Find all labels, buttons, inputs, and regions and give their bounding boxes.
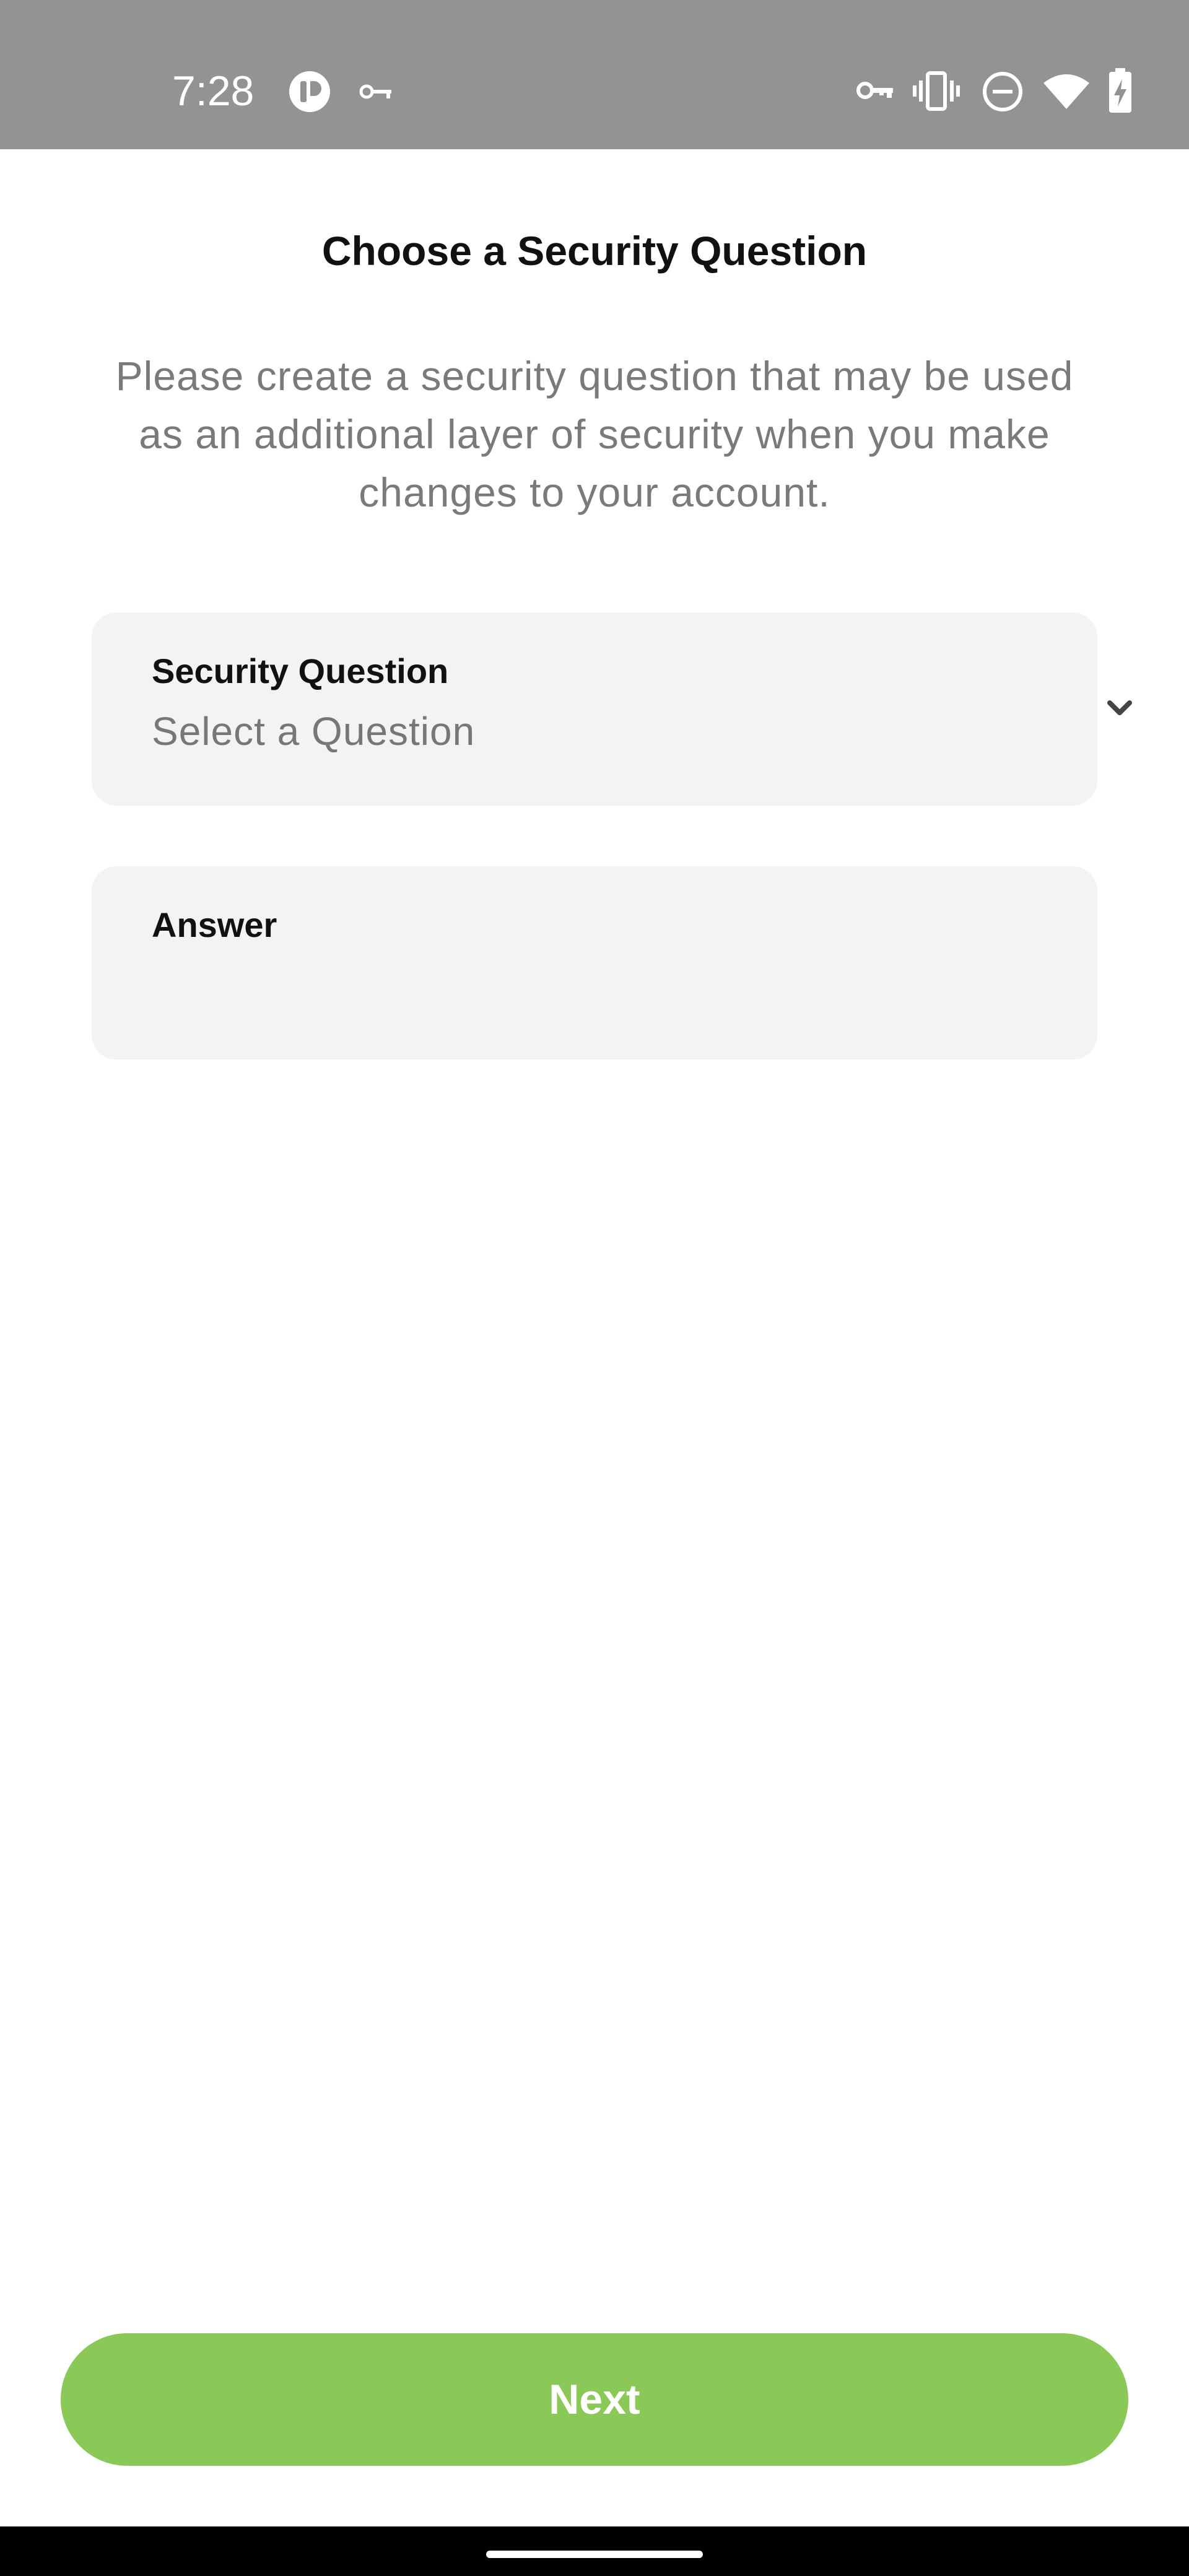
vpn-key-icon [856, 82, 893, 99]
next-button[interactable]: Next [61, 2333, 1128, 2466]
answer-label: Answer [152, 905, 277, 944]
app-notification-icon [289, 71, 330, 112]
security-question-dropdown[interactable]: Security Question Select a Question [92, 612, 1132, 806]
chevron-down-icon[interactable] [1095, 684, 1144, 734]
page-title: Choose a Security Question [321, 228, 868, 274]
wifi-icon [1043, 74, 1089, 109]
status-time: 7:28 [172, 67, 255, 115]
answer-input[interactable] [152, 959, 1034, 1016]
battery-charging-icon [1109, 68, 1131, 113]
do-not-disturb-icon [983, 72, 1022, 111]
navigation-bar [0, 2526, 1189, 2576]
security-question-placeholder: Select a Question [152, 709, 476, 754]
security-question-label: Security Question [152, 651, 449, 690]
vpn-key-icon [359, 84, 391, 99]
page-description: Please create a security question that m… [115, 353, 1074, 515]
home-gesture-handle[interactable] [486, 2551, 703, 2558]
vibrate-icon [913, 71, 960, 111]
answer-field[interactable]: Answer [92, 866, 1097, 1060]
status-bar: 7:28 [0, 0, 1189, 149]
